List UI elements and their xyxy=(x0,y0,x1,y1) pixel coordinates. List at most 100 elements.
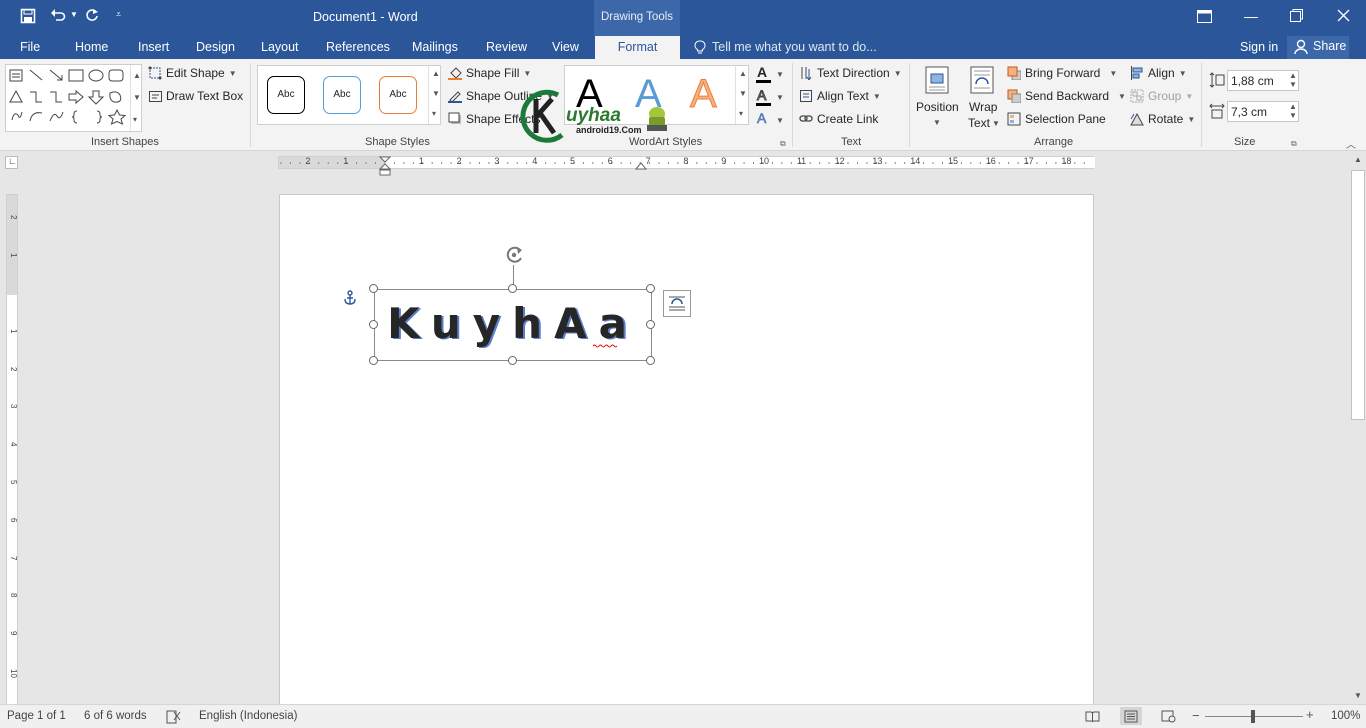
tab-view[interactable]: View xyxy=(552,36,579,59)
shape-width-input[interactable]: 7,3 cm ▲ ▼ xyxy=(1227,101,1299,122)
spin-down-icon[interactable]: ▼ xyxy=(1289,111,1297,120)
text-outline-icon: A xyxy=(756,87,767,104)
resize-handle-left[interactable] xyxy=(369,320,378,329)
tab-references[interactable]: References xyxy=(326,36,390,59)
proofing-icon[interactable] xyxy=(166,710,181,724)
shape-fill-button[interactable]: Shape Fill ▼ xyxy=(448,66,531,80)
resize-handle-bottom-right[interactable] xyxy=(646,356,655,365)
align-text-button[interactable]: Align Text ▼ xyxy=(799,89,881,103)
page-count[interactable]: Page 1 of 1 xyxy=(7,710,66,722)
wordart-dialog-launcher-icon[interactable]: ⧉ xyxy=(780,139,786,149)
read-mode-icon[interactable] xyxy=(1085,710,1100,723)
selection-pane-button[interactable]: Selection Pane xyxy=(1007,112,1106,126)
text-fill-button[interactable]: A ▼ xyxy=(756,64,786,83)
language-indicator[interactable]: English (Indonesia) xyxy=(199,710,297,722)
sign-in-link[interactable]: Sign in xyxy=(1240,36,1278,59)
shape-styles-gallery[interactable]: Abc Abc Abc ▲ ▼ ▾ xyxy=(257,65,441,125)
shape-style-blue[interactable]: Abc xyxy=(323,76,361,114)
zoom-slider-thumb[interactable] xyxy=(1251,710,1255,723)
ruler-number: 18 xyxy=(1061,156,1072,166)
shape-styles-scroll[interactable]: ▲ ▼ ▾ xyxy=(428,66,441,124)
resize-handle-bottom-left[interactable] xyxy=(369,356,378,365)
shapes-gallery-scroll[interactable]: ▲ ▼ ▾ xyxy=(130,65,142,131)
tab-selector[interactable]: ∟ xyxy=(5,156,18,169)
tab-file[interactable]: File xyxy=(20,36,40,59)
share-button[interactable]: Share xyxy=(1287,36,1349,59)
watermark-android-icon xyxy=(647,107,667,131)
rotate-icon xyxy=(1130,112,1144,126)
resize-handle-bottom[interactable] xyxy=(508,356,517,365)
spin-up-icon[interactable]: ▲ xyxy=(1289,71,1297,80)
minimize-icon[interactable]: — xyxy=(1244,8,1258,24)
group-button[interactable]: Group ▼ xyxy=(1130,89,1193,103)
tell-me-search[interactable]: Tell me what you want to do... xyxy=(712,36,877,59)
text-direction-button[interactable]: Text Direction ▼ xyxy=(799,66,902,80)
collapse-ribbon-icon[interactable]: ︿ xyxy=(1346,136,1356,151)
customize-qat-icon[interactable]: ⩡ xyxy=(116,9,121,20)
close-icon[interactable] xyxy=(1337,9,1350,22)
text-fill-color-bar xyxy=(756,80,771,83)
scrollbar-thumb[interactable] xyxy=(1351,170,1365,420)
ribbon-display-options-icon[interactable] xyxy=(1197,10,1212,23)
tab-format[interactable]: Format xyxy=(595,36,680,59)
scroll-up-icon[interactable]: ▲ xyxy=(1354,155,1362,164)
undo-icon[interactable] xyxy=(50,7,66,23)
layout-options-button[interactable] xyxy=(663,290,691,317)
send-backward-button[interactable]: Send Backward ▼ xyxy=(1007,89,1126,103)
shape-height-value: 1,88 cm xyxy=(1231,74,1274,88)
tab-mailings[interactable]: Mailings xyxy=(412,36,458,59)
zoom-out-icon[interactable]: − xyxy=(1192,708,1200,723)
resize-handle-right[interactable] xyxy=(646,320,655,329)
redo-icon[interactable] xyxy=(84,7,100,23)
indent-markers-icon[interactable] xyxy=(379,156,391,178)
tab-review[interactable]: Review xyxy=(486,36,527,59)
undo-dropdown-icon[interactable]: ▼ xyxy=(70,10,78,19)
web-layout-icon[interactable] xyxy=(1161,710,1176,723)
rotate-button[interactable]: Rotate ▼ xyxy=(1130,112,1195,126)
edit-shape-button[interactable]: Edit Shape ▼ xyxy=(148,66,237,80)
vertical-ruler[interactable]: 2 1 1 2 3 4 5 6 7 8 9 10 xyxy=(6,194,18,705)
group-label: Group xyxy=(1148,89,1182,103)
scroll-down-icon[interactable]: ▼ xyxy=(1354,691,1362,700)
word-count[interactable]: 6 of 6 words xyxy=(84,710,147,722)
vertical-ruler-number: 1 xyxy=(9,253,18,258)
text-outline-button[interactable]: A ▼ xyxy=(756,87,786,106)
spin-down-icon[interactable]: ▼ xyxy=(1289,80,1297,89)
spin-up-icon[interactable]: ▲ xyxy=(1289,102,1297,111)
bring-forward-button[interactable]: Bring Forward ▼ xyxy=(1007,66,1117,80)
draw-text-box-button[interactable]: Draw Text Box xyxy=(148,89,243,103)
restore-icon[interactable] xyxy=(1290,9,1303,22)
shape-height-input[interactable]: 1,88 cm ▲ ▼ xyxy=(1227,70,1299,91)
shape-style-black[interactable]: Abc xyxy=(267,76,305,114)
resize-handle-top[interactable] xyxy=(508,284,517,293)
zoom-level[interactable]: 100% xyxy=(1331,710,1360,722)
horizontal-ruler[interactable]: 2 1 1 2 3 4 5 6 7 8 9 10 11 12 13 14 15 16 17 18 xyxy=(278,156,1095,176)
tab-layout[interactable]: Layout xyxy=(261,36,299,59)
resize-handle-top-right[interactable] xyxy=(646,284,655,293)
shapes-gallery[interactable]: ▲ ▼ ▾ xyxy=(5,64,142,132)
document-page[interactable]: KuyhAa xyxy=(279,194,1094,714)
right-indent-marker-icon[interactable] xyxy=(635,161,647,170)
print-layout-button[interactable] xyxy=(1120,707,1142,725)
draw-text-box-label: Draw Text Box xyxy=(166,89,244,103)
create-link-button[interactable]: Create Link xyxy=(799,112,878,126)
anchor-icon[interactable] xyxy=(342,290,358,306)
wordart-styles-scroll[interactable]: ▲ ▼ ▾ xyxy=(735,66,749,124)
wordart-style-orange[interactable]: A xyxy=(690,72,718,117)
tab-design[interactable]: Design xyxy=(196,36,235,59)
position-button[interactable]: Position ▼ xyxy=(914,65,960,131)
align-button[interactable]: Align ▼ xyxy=(1130,66,1187,80)
size-dialog-launcher-icon[interactable]: ⧉ xyxy=(1291,139,1297,149)
rotation-handle-icon[interactable] xyxy=(502,245,528,267)
tab-insert[interactable]: Insert xyxy=(138,36,169,59)
vertical-scrollbar[interactable]: ▲ ▼ xyxy=(1350,152,1366,704)
text-effects-button[interactable]: A ▼ xyxy=(756,110,786,128)
save-icon[interactable] xyxy=(20,8,36,24)
shape-style-orange[interactable]: Abc xyxy=(379,76,417,114)
resize-handle-top-left[interactable] xyxy=(369,284,378,293)
wrap-text-button[interactable]: Wrap Text ▼ xyxy=(964,65,1000,131)
wordart-text[interactable]: KuyhAa xyxy=(375,299,651,348)
zoom-in-icon[interactable]: + xyxy=(1306,707,1314,722)
tab-home[interactable]: Home xyxy=(75,36,108,59)
wordart-text-box[interactable]: KuyhAa xyxy=(374,289,652,361)
